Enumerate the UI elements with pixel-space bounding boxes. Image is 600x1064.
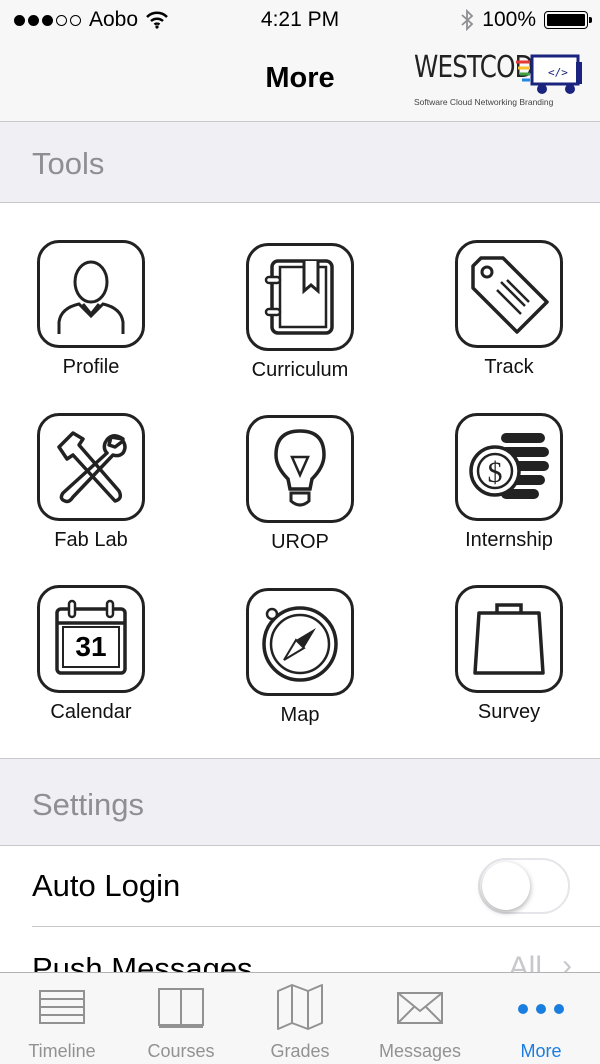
- map-icon: [277, 984, 323, 1030]
- bluetooth-icon: [461, 9, 474, 31]
- tab-label: Messages: [378, 1041, 462, 1061]
- tab-bar: Timeline Courses Grades Messages More: [0, 972, 600, 1064]
- compass-icon: [262, 606, 338, 682]
- svg-text:$: $: [488, 456, 503, 489]
- tool-label: Track: [484, 356, 534, 378]
- tab-courses[interactable]: Courses: [121, 973, 241, 1064]
- nav-bar: More WESTCODE </> Software Cloud Network…: [0, 40, 600, 122]
- tool-urop[interactable]: UROP: [215, 415, 385, 554]
- tool-profile[interactable]: Profile: [6, 240, 176, 379]
- battery-percent: 100%: [482, 8, 536, 31]
- tab-label: More: [520, 1041, 562, 1061]
- auto-login-label: Auto Login: [32, 868, 181, 903]
- logo-tagline: Software Cloud Networking Branding: [414, 97, 554, 107]
- westcode-logo: WESTCODE </> Software Cloud Networking B…: [412, 50, 588, 112]
- lightbulb-icon: [274, 429, 326, 507]
- tool-label: Map: [280, 704, 320, 726]
- tool-label: Fab Lab: [54, 529, 128, 551]
- tools-icon: [57, 431, 127, 504]
- tool-fab-lab[interactable]: Fab Lab: [6, 413, 176, 552]
- tool-internship[interactable]: $ Internship: [424, 413, 594, 552]
- push-messages-value: All: [508, 951, 542, 972]
- tool-label: Survey: [477, 701, 541, 723]
- settings-header-label: Settings: [32, 787, 145, 822]
- auto-login-toggle[interactable]: [478, 858, 570, 914]
- svg-text:</>: </>: [548, 66, 568, 79]
- tool-label: Curriculum: [251, 359, 349, 381]
- tool-label: Profile: [62, 356, 120, 378]
- tool-label: Calendar: [50, 701, 132, 723]
- tab-more[interactable]: More: [481, 973, 600, 1064]
- tab-label: Timeline: [28, 1041, 96, 1061]
- settings-section-header: Settings: [0, 758, 600, 846]
- tools-section-header: Tools: [0, 122, 600, 203]
- timeline-icon: [39, 990, 85, 1024]
- tab-grades[interactable]: Grades: [240, 973, 360, 1064]
- book-icon: [158, 988, 204, 1028]
- tab-timeline[interactable]: Timeline: [2, 973, 122, 1064]
- more-dots-icon: [518, 1004, 564, 1014]
- tool-track[interactable]: Track: [424, 240, 594, 379]
- tab-label: Courses: [147, 1041, 215, 1061]
- tool-calendar[interactable]: 31 Calendar: [6, 585, 176, 724]
- tools-header-label: Tools: [32, 146, 105, 181]
- envelope-icon: [397, 992, 443, 1024]
- notebook-icon: [264, 259, 334, 335]
- tab-label: Grades: [270, 1041, 330, 1061]
- tag-icon: [471, 256, 549, 334]
- coins-icon: $: [469, 433, 549, 499]
- battery-icon: [544, 11, 592, 29]
- toggle-knob: [482, 862, 530, 910]
- chevron-right-icon: ›: [562, 949, 572, 972]
- tool-label: Internship: [465, 529, 553, 551]
- tool-curriculum[interactable]: Curriculum: [215, 243, 385, 382]
- calendar-day: 31: [75, 631, 107, 662]
- tool-survey[interactable]: Survey: [424, 585, 594, 724]
- truck-icon: </>: [516, 54, 582, 94]
- tool-label: UROP: [271, 531, 329, 553]
- push-messages-label: Push Messages: [32, 951, 253, 972]
- profile-icon: [57, 260, 125, 334]
- push-messages-row[interactable]: Push Messages All ›: [0, 927, 600, 972]
- bag-icon: [473, 603, 545, 675]
- status-bar: Aobo 4:21 PM 100%: [0, 0, 600, 40]
- tool-map[interactable]: Map: [215, 588, 385, 727]
- tab-messages[interactable]: Messages: [360, 973, 480, 1064]
- auto-login-row: Auto Login: [0, 846, 600, 926]
